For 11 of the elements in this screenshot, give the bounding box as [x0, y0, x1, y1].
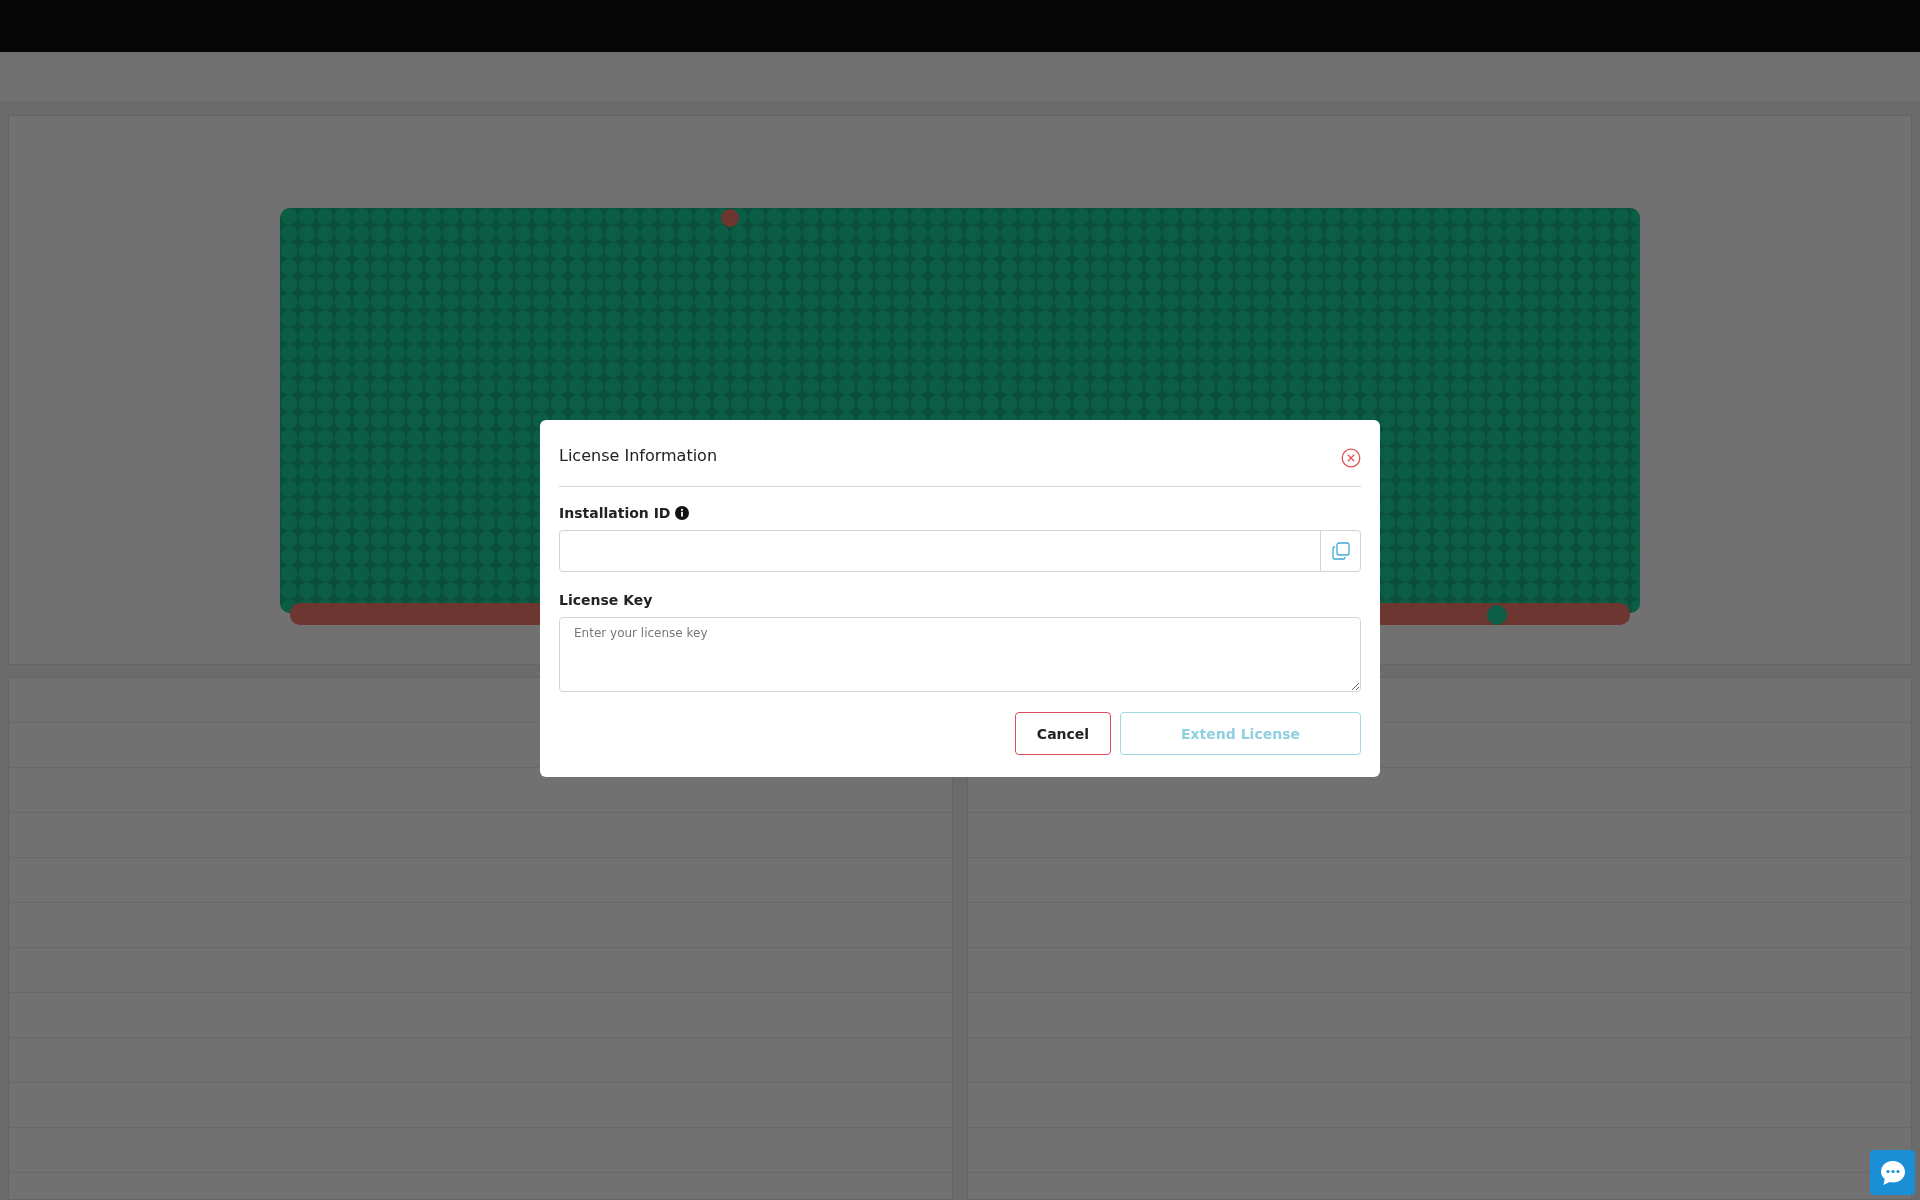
installation-id-field[interactable]	[559, 530, 1361, 572]
cancel-button[interactable]: Cancel	[1015, 712, 1111, 755]
close-button[interactable]	[1341, 448, 1361, 468]
license-key-field[interactable]: Enter your license key	[559, 617, 1361, 692]
dialog-title: License Information	[559, 445, 718, 465]
field-label: Installation ID	[559, 505, 671, 521]
device-cell	[721, 209, 739, 227]
chat-button[interactable]	[1870, 1150, 1915, 1195]
device-cell	[1487, 605, 1507, 625]
copy-icon	[1330, 541, 1351, 561]
field-label: License Key	[559, 592, 653, 608]
